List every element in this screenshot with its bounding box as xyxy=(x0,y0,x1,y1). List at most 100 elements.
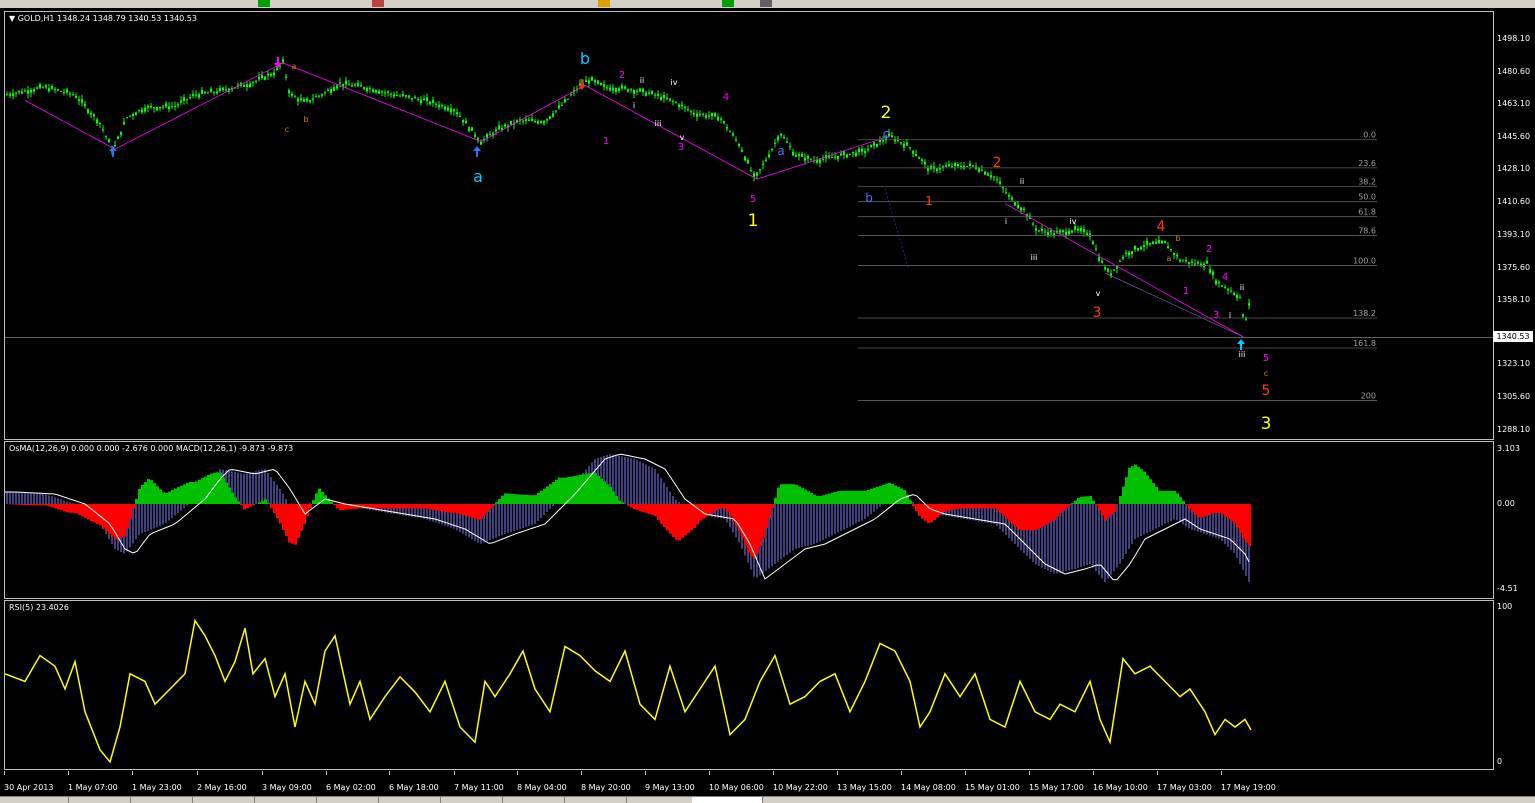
new-order-icon[interactable] xyxy=(258,0,270,7)
close-icon[interactable] xyxy=(372,0,384,7)
candle-body xyxy=(1143,245,1145,247)
candle-body xyxy=(678,104,680,107)
time-label: 1 May 07:00 xyxy=(68,783,118,792)
chart-tab[interactable] xyxy=(316,797,379,803)
chart-tab[interactable] xyxy=(192,797,255,803)
candle-body xyxy=(777,137,779,141)
candle-body xyxy=(795,155,797,157)
osma-bar xyxy=(1080,497,1083,504)
osma-bar xyxy=(813,495,816,504)
osma-bar xyxy=(1203,504,1206,516)
chart-tab-active[interactable] xyxy=(692,797,763,803)
osma-bar xyxy=(180,486,183,504)
chart-tab[interactable] xyxy=(378,797,441,803)
candle-body xyxy=(1191,261,1193,262)
price-scale-label: 1428.10 xyxy=(1497,164,1530,173)
chart-tab[interactable] xyxy=(440,797,503,803)
candle-body xyxy=(357,83,359,86)
candle-body xyxy=(303,99,305,102)
candle-body xyxy=(753,173,755,177)
osma-bar xyxy=(855,491,858,504)
candle-body xyxy=(1020,208,1022,211)
osma-bar xyxy=(990,504,993,508)
osma-bar xyxy=(753,504,756,558)
chevron-down-icon[interactable] xyxy=(760,0,772,7)
osma-bar xyxy=(63,504,66,511)
pencil-icon[interactable] xyxy=(598,0,610,7)
chart-tab[interactable] xyxy=(502,797,565,803)
candle-body xyxy=(789,146,791,147)
chart-tab[interactable] xyxy=(626,797,693,803)
osma-bar xyxy=(975,504,978,508)
candle-body xyxy=(537,121,539,124)
wave-label-roman: iii xyxy=(655,119,662,128)
candle-body xyxy=(966,166,968,167)
chart-tab[interactable] xyxy=(564,797,627,803)
osma-bar xyxy=(966,504,969,508)
rsi-pane[interactable]: RSI(5) 23.4026 xyxy=(4,600,1494,770)
time-tick xyxy=(68,771,69,775)
chart-tab[interactable] xyxy=(254,797,317,803)
time-tick xyxy=(645,771,646,775)
osma-bar xyxy=(1077,498,1080,504)
candle-body xyxy=(921,159,923,160)
osma-bar xyxy=(336,504,339,508)
osma-bar xyxy=(663,504,666,527)
candle-body xyxy=(588,80,590,83)
osma-bar xyxy=(708,504,711,515)
candle-body xyxy=(369,88,371,89)
candle-body xyxy=(447,108,449,111)
candle-body xyxy=(1074,226,1076,230)
osma-pane[interactable]: OsMA(12,26,9) 0.000 0.000 -2.676 0.000 M… xyxy=(4,441,1494,599)
fib-label: 138.2 xyxy=(1353,309,1376,318)
candle-body xyxy=(489,134,491,135)
osma-bar xyxy=(243,504,246,509)
candle-body xyxy=(1227,289,1229,291)
price-scale-label: 1358.10 xyxy=(1497,295,1530,304)
osma-bar xyxy=(279,504,282,524)
osma-bar xyxy=(240,504,243,505)
candle-body xyxy=(1113,269,1115,270)
wave-label-5-orange: 5 xyxy=(1262,383,1271,399)
candle-body xyxy=(621,85,623,88)
osma-bar xyxy=(45,504,48,506)
osma-bar xyxy=(1032,504,1035,530)
price-pane[interactable]: ▼ GOLD,H1 1348.24 1348.79 1340.53 1340.5… xyxy=(4,11,1494,440)
osma-bar xyxy=(864,491,867,504)
price-scale-label: 1305.60 xyxy=(1497,392,1530,401)
candle-body xyxy=(558,105,560,108)
osma-bar xyxy=(645,504,648,513)
osma-bar xyxy=(774,498,777,504)
candle-body xyxy=(402,94,404,96)
wave-label-roman: i xyxy=(1229,311,1231,320)
candle-body xyxy=(747,160,749,163)
wave-label-a-small: a xyxy=(292,62,297,71)
osma-bar xyxy=(669,504,672,534)
osma-bar xyxy=(1005,504,1008,518)
chart-window[interactable]: ▼ GOLD,H1 1348.24 1348.79 1340.53 1340.5… xyxy=(0,8,1535,802)
osma-bar xyxy=(1236,504,1239,527)
osma-bar xyxy=(426,504,429,509)
trend-line xyxy=(885,189,908,268)
osma-bar xyxy=(246,504,249,508)
chart-tab[interactable] xyxy=(130,797,193,803)
candle-body xyxy=(1215,280,1217,284)
wave-label-roman: ii xyxy=(1020,177,1024,186)
osma-bar xyxy=(984,504,987,508)
chart-tab[interactable] xyxy=(0,797,69,803)
price-scale-label: 1480.60 xyxy=(1497,67,1530,76)
chart-tab[interactable] xyxy=(68,797,131,803)
candle-body xyxy=(1101,261,1103,263)
candle-body xyxy=(528,120,530,121)
osma-bar xyxy=(384,504,387,508)
add-icon[interactable] xyxy=(722,0,734,7)
osma-bar xyxy=(837,491,840,504)
candle-body xyxy=(93,114,95,116)
osma-bar xyxy=(120,504,123,537)
candle-body xyxy=(708,116,710,117)
osma-bar xyxy=(516,494,519,504)
osma-bar xyxy=(804,490,807,504)
osma-bar xyxy=(504,493,507,504)
candle-body xyxy=(675,102,677,103)
candle-body xyxy=(426,97,428,100)
